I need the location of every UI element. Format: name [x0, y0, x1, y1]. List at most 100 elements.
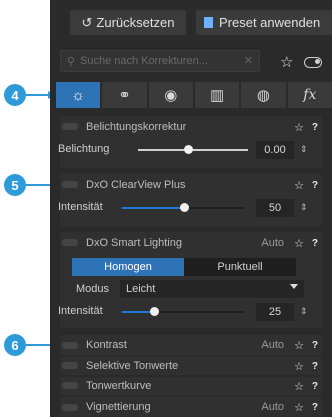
star-icon[interactable]: ☆	[294, 380, 304, 393]
star-icon[interactable]: ☆	[294, 339, 304, 352]
top-toolbar: ↺ Zurücksetzen Preset anwenden	[50, 0, 332, 42]
modus-value: Leicht	[126, 283, 156, 295]
clearview-slider-fill[interactable]	[122, 207, 184, 209]
smart-lighting-slider-track[interactable]	[154, 311, 244, 313]
auto-button[interactable]: Auto	[261, 339, 284, 351]
section-enable-toggle[interactable]	[62, 181, 78, 188]
tab-local[interactable]: ◍	[241, 82, 286, 108]
help-icon[interactable]: ?	[312, 340, 318, 351]
exposure-slider-track[interactable]	[138, 149, 248, 151]
modus-dropdown[interactable]: Leicht	[120, 280, 304, 298]
clearview-value-field[interactable]: 50	[256, 199, 294, 217]
section-enable-toggle[interactable]	[62, 404, 78, 411]
slider-label: Intensität	[58, 201, 103, 213]
callout-4-line	[26, 94, 50, 96]
section-clearview: DxO ClearView Plus ☆ ? Intensität 50 ⇕	[58, 174, 322, 226]
exposure-slider-knob[interactable]	[184, 145, 193, 154]
mode-punktuell-button[interactable]: Punktuell	[184, 258, 296, 276]
section-title: DxO ClearView Plus	[86, 179, 186, 191]
fx-icon: fx	[303, 87, 317, 103]
modus-label: Modus	[76, 283, 110, 295]
chevron-down-icon	[290, 284, 298, 289]
section-exposure: Belichtungskorrektur ☆ ? Belichtung 0.00…	[58, 116, 322, 168]
star-icon[interactable]: ☆	[294, 179, 304, 192]
spinner-icon[interactable]: ⇕	[300, 144, 308, 155]
slider-label: Intensität	[58, 305, 103, 317]
favorites-star-icon[interactable]: ☆	[280, 53, 293, 71]
callout-4: 4	[4, 84, 26, 106]
tab-effects[interactable]: fx	[287, 82, 332, 108]
section-enable-toggle[interactable]	[62, 123, 78, 130]
clearview-slider-row: Intensität 50 ⇕	[58, 196, 322, 220]
section-title: DxO Smart Lighting	[86, 237, 182, 249]
help-icon[interactable]: ?	[312, 180, 318, 191]
section-title: Tonwertkurve	[86, 380, 152, 392]
auto-button[interactable]: Auto	[261, 237, 284, 249]
mode-homogen-button[interactable]: Homogen	[72, 258, 184, 276]
reset-button[interactable]: ↺ Zurücksetzen	[70, 10, 186, 35]
search-icon: ⚲	[67, 55, 76, 68]
preset-label: Preset anwenden	[219, 15, 321, 30]
clear-search-icon[interactable]: ✕	[244, 54, 253, 67]
clearview-slider-track[interactable]	[184, 207, 244, 209]
section-enable-toggle[interactable]	[62, 362, 78, 369]
geometry-icon: ▥	[210, 87, 225, 104]
color-circles-icon: ⚭	[118, 87, 131, 104]
section-clearview-header[interactable]: DxO ClearView Plus ☆ ?	[60, 174, 322, 196]
reset-label: Zurücksetzen	[96, 15, 175, 30]
spinner-icon[interactable]: ⇕	[300, 202, 308, 213]
detail-icon: ◉	[164, 87, 178, 104]
section-title: Selektive Tonwerte	[86, 360, 179, 372]
callout-5: 5	[4, 174, 26, 196]
reset-icon: ↺	[81, 14, 93, 30]
preset-icon	[204, 17, 213, 28]
section-selective-tones: Selektive Tonwerte ☆ ?	[60, 357, 322, 375]
show-active-toggle-icon[interactable]	[304, 57, 322, 68]
section-title: Belichtungskorrektur	[86, 121, 187, 133]
tab-light[interactable]: ☼	[56, 82, 101, 108]
star-icon[interactable]: ☆	[294, 360, 304, 373]
section-exposure-header[interactable]: Belichtungskorrektur ☆ ?	[60, 116, 322, 138]
star-icon[interactable]: ☆	[294, 401, 304, 414]
tab-detail[interactable]: ◉	[148, 82, 193, 108]
auto-button[interactable]: Auto	[261, 401, 284, 413]
modus-row: Modus Leicht	[60, 280, 322, 298]
clearview-slider-knob[interactable]	[180, 203, 189, 212]
star-icon[interactable]: ☆	[294, 121, 304, 134]
star-icon[interactable]: ☆	[294, 237, 304, 250]
tab-geometry[interactable]: ▥	[194, 82, 240, 108]
apply-preset-button[interactable]: Preset anwenden	[196, 10, 332, 35]
help-icon[interactable]: ?	[312, 361, 318, 372]
sun-icon: ☼	[71, 86, 86, 104]
corrections-panel: ↺ Zurücksetzen Preset anwenden ⚲ Suche n…	[50, 0, 332, 417]
help-icon[interactable]: ?	[312, 238, 318, 249]
section-enable-toggle[interactable]	[62, 382, 78, 389]
section-enable-toggle[interactable]	[62, 342, 78, 349]
help-icon[interactable]: ?	[312, 122, 318, 133]
exposure-slider-row: Belichtung 0.00 ⇕	[58, 138, 322, 162]
section-vignetting-header[interactable]: Vignettierung Auto ☆ ?	[60, 397, 322, 417]
exposure-value-field[interactable]: 0.00	[256, 141, 294, 159]
smart-lighting-slider-knob[interactable]	[150, 307, 159, 316]
callout-6: 6	[4, 334, 26, 356]
palette-tabs: ☼ ⚭ ◉ ▥ ◍ fx	[56, 82, 332, 108]
smart-lighting-slider-row: Intensität 25 ⇕	[58, 300, 322, 324]
section-smart-lighting-header[interactable]: DxO Smart Lighting Auto ☆ ?	[60, 232, 322, 254]
smart-lighting-value-field[interactable]: 25	[256, 303, 294, 321]
local-adjust-icon: ◍	[256, 87, 271, 104]
spinner-icon[interactable]: ⇕	[300, 306, 308, 317]
help-icon[interactable]: ?	[312, 381, 318, 392]
smart-lighting-mode-toggle: Homogen Punktuell	[72, 258, 296, 276]
search-input[interactable]: ⚲ Suche nach Korrekturen... ✕	[60, 50, 260, 72]
help-icon[interactable]: ?	[312, 402, 318, 413]
section-title: Kontrast	[86, 339, 127, 351]
section-enable-toggle[interactable]	[62, 239, 78, 246]
section-selective-tones-header[interactable]: Selektive Tonwerte ☆ ?	[60, 357, 322, 375]
section-tone-curve-header[interactable]: Tonwertkurve ☆ ?	[60, 377, 322, 395]
section-vignetting: Vignettierung Auto ☆ ?	[60, 397, 322, 417]
section-contrast: Kontrast Auto ☆ ?	[60, 335, 322, 355]
slider-label: Belichtung	[58, 143, 110, 155]
section-contrast-header[interactable]: Kontrast Auto ☆ ?	[60, 335, 322, 355]
tab-color[interactable]: ⚭	[102, 82, 147, 108]
section-tone-curve: Tonwertkurve ☆ ?	[60, 377, 322, 395]
